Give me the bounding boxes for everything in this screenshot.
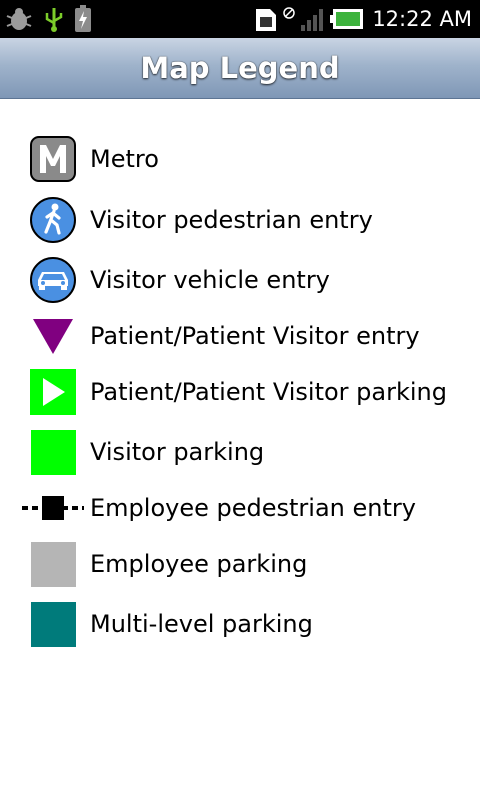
page-title: Map Legend: [140, 51, 340, 85]
status-bar-left-icons: [4, 4, 92, 34]
legend-label: Visitor pedestrian entry: [90, 206, 373, 234]
legend-item-metro: Metro: [0, 135, 480, 183]
legend-item-multi-level-parking: Multi-level parking: [0, 600, 480, 648]
legend-label: Metro: [90, 145, 159, 173]
status-bar: 12:22 AM: [0, 0, 480, 38]
square-icon: [30, 541, 76, 587]
legend-label: Patient/Patient Visitor entry: [90, 322, 420, 350]
legend-item-visitor-pedestrian-entry: Visitor pedestrian entry: [0, 196, 480, 244]
bug-icon: [6, 8, 32, 30]
triangle-down-icon: [33, 319, 73, 354]
play-square-icon: [30, 369, 76, 415]
signal-bars-icon: [301, 9, 324, 31]
clock: 12:22 AM: [372, 7, 472, 31]
square-icon: [30, 601, 76, 647]
metro-icon: [30, 136, 76, 182]
status-bar-right-icons: 12:22 AM: [254, 4, 472, 34]
battery-icon: [330, 9, 364, 29]
legend-item-patient-entry: Patient/Patient Visitor entry: [0, 312, 480, 360]
legend-label: Patient/Patient Visitor parking: [90, 378, 447, 406]
pedestrian-icon: [30, 197, 76, 243]
legend-label: Visitor parking: [90, 438, 265, 466]
usb-icon: [45, 8, 63, 32]
legend-label: Employee parking: [90, 550, 308, 578]
no-signal-icon: [283, 7, 296, 19]
square-icon: [30, 429, 76, 475]
legend-item-employee-parking: Employee parking: [0, 540, 480, 588]
car-icon: [30, 257, 76, 303]
sim-icon: [256, 9, 277, 31]
dashed-line-square-icon: [22, 496, 84, 520]
legend-item-visitor-parking: Visitor parking: [0, 428, 480, 476]
battery-charging-icon: [75, 5, 91, 32]
header: Map Legend: [0, 38, 480, 99]
legend-item-visitor-vehicle-entry: Visitor vehicle entry: [0, 256, 480, 304]
legend-label: Visitor vehicle entry: [90, 266, 330, 294]
legend-item-employee-pedestrian-entry: Employee pedestrian entry: [0, 484, 480, 532]
legend-item-patient-parking: Patient/Patient Visitor parking: [0, 368, 480, 416]
legend-label: Multi-level parking: [90, 610, 313, 638]
legend-label: Employee pedestrian entry: [90, 494, 416, 522]
